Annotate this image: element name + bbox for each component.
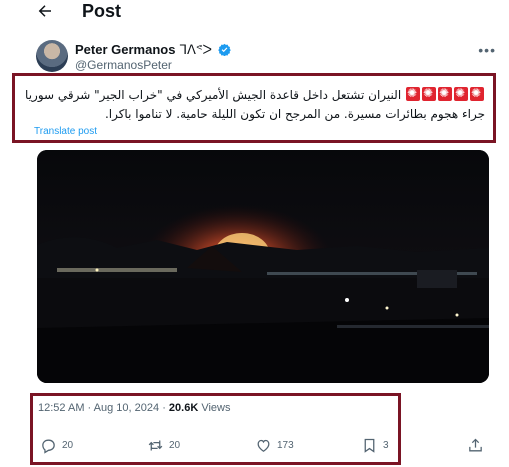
verified-badge-icon: [217, 43, 231, 56]
avatar[interactable]: [36, 40, 68, 72]
bookmark-icon: [364, 438, 375, 453]
red-alarm-icon: [422, 85, 436, 101]
page-title: Post: [82, 1, 122, 21]
more-options-icon[interactable]: •••: [478, 42, 496, 58]
bookmark-count: 3: [383, 439, 389, 451]
share-button[interactable]: [467, 435, 484, 455]
red-alarm-icon: [438, 85, 452, 101]
like-count: 173: [277, 439, 294, 451]
back-arrow-icon[interactable]: [36, 2, 54, 20]
repost-icon: [148, 440, 163, 450]
heart-icon: [257, 439, 270, 452]
red-alarm-icon: [406, 85, 420, 101]
post-header: Post: [0, 0, 509, 26]
action-bar: 20 20 173 3: [0, 435, 509, 457]
tweet-text: النيران تشتعل داخل قاعدة الجيش الأميركي …: [23, 85, 485, 124]
emoji-row: [401, 85, 485, 102]
share-icon: [469, 438, 482, 451]
like-button[interactable]: 173: [255, 435, 294, 455]
repost-button[interactable]: 20: [147, 435, 180, 455]
meta-separator: ·: [162, 402, 166, 414]
post-timestamp: 12:52 AM · Aug 10, 2024 · 20.6K Views: [38, 402, 231, 414]
author-row: Peter Germanos ᒣᐱᕝᐳ @GermanosPeter •••: [36, 40, 496, 74]
translate-post-link[interactable]: Translate post: [34, 126, 97, 137]
meta-separator: ·: [87, 402, 92, 414]
author-name[interactable]: Peter Germanos ᒣᐱᕝᐳ: [75, 42, 231, 58]
red-alarm-icon: [470, 85, 484, 101]
reply-count: 20: [62, 439, 74, 451]
author-name-suffix: ᒣᐱᕝᐳ: [179, 42, 212, 57]
bookmark-button[interactable]: 3: [361, 435, 389, 455]
views-label: Views: [201, 402, 231, 414]
views-count: 20.6K: [168, 402, 199, 414]
repost-count: 20: [169, 439, 181, 451]
reply-icon: [42, 439, 55, 454]
author-display-name[interactable]: Peter Germanos: [75, 42, 175, 57]
post-time[interactable]: 12:52 AM: [38, 402, 84, 414]
night-fire-photo: [37, 150, 489, 383]
tweet-image[interactable]: [37, 150, 489, 383]
reply-button[interactable]: 20: [40, 435, 73, 455]
post-date[interactable]: Aug 10, 2024: [94, 402, 159, 414]
author-handle[interactable]: @GermanosPeter: [75, 58, 172, 72]
red-alarm-icon: [454, 85, 468, 101]
